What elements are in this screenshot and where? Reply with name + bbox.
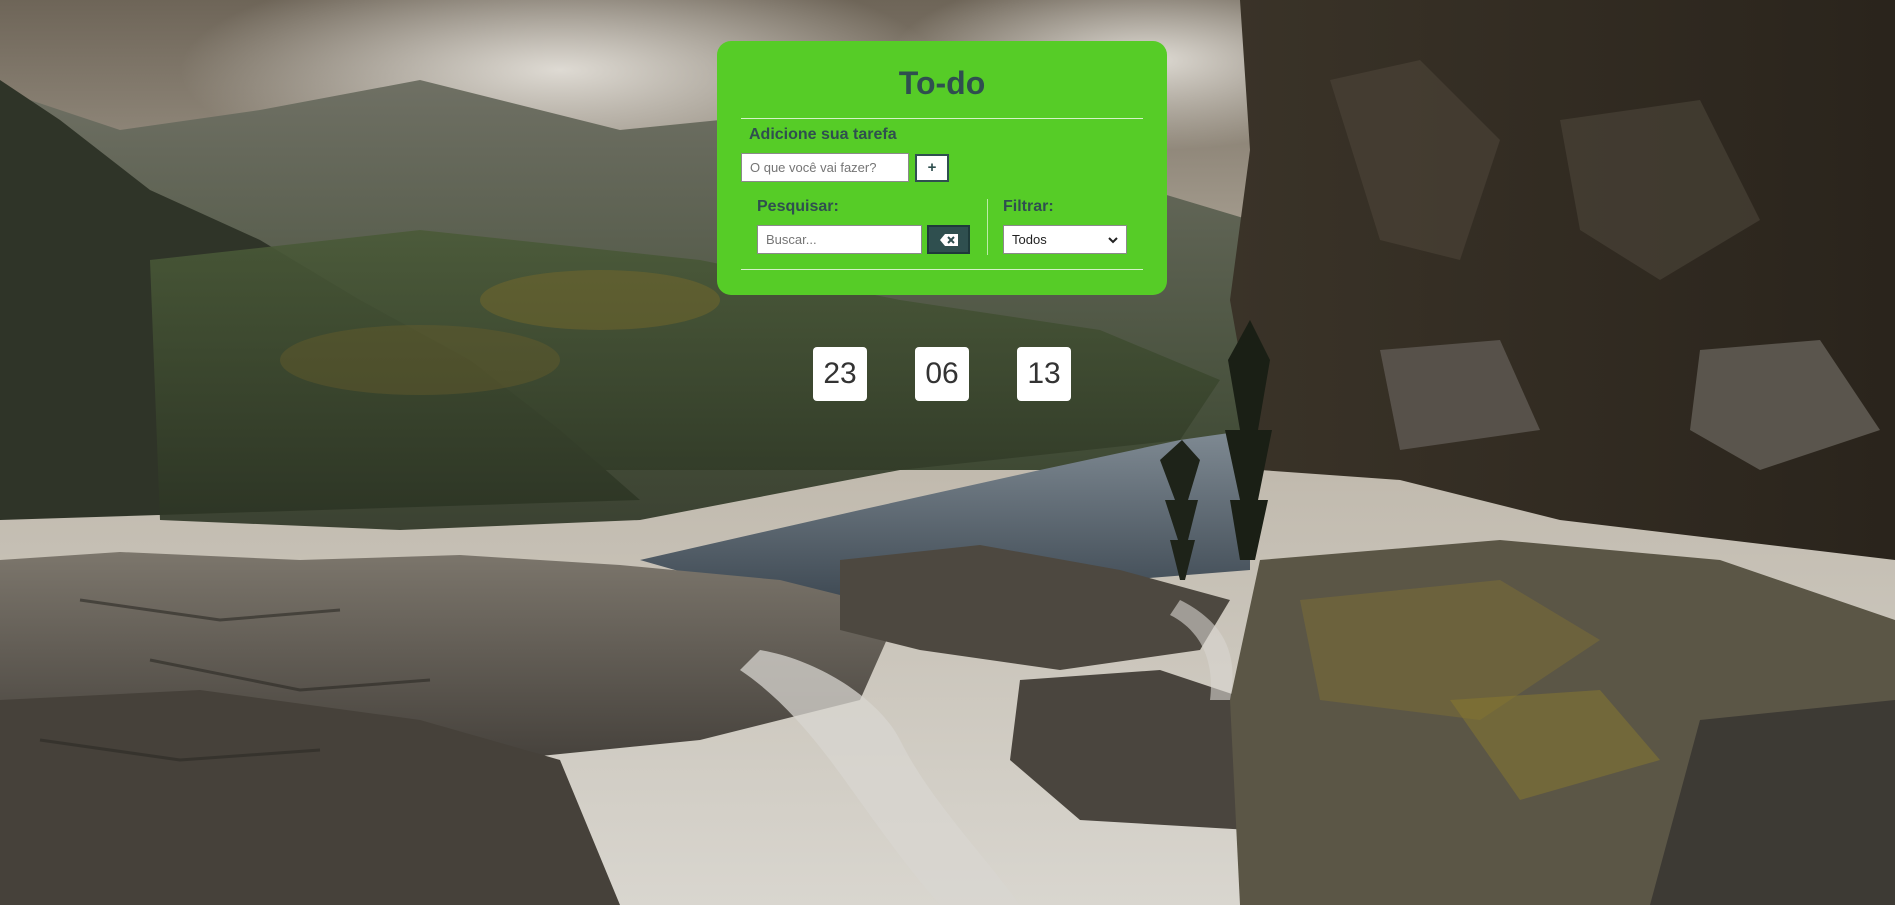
- divider: [741, 269, 1143, 270]
- add-task-input[interactable]: [741, 153, 909, 182]
- add-task-button[interactable]: +: [915, 154, 949, 182]
- backspace-icon: [939, 233, 958, 246]
- app-title: To-do: [898, 65, 986, 101]
- filter-selected-value: Todos: [1012, 232, 1047, 247]
- vertical-divider: [987, 199, 988, 255]
- search-label: Pesquisar:: [757, 198, 839, 215]
- search-input[interactable]: [757, 225, 922, 254]
- filter-label: Filtrar:: [1003, 198, 1054, 215]
- add-task-label: Adicione sua tarefa: [749, 126, 897, 143]
- chevron-down-icon: [1108, 237, 1118, 244]
- clock-minutes: 06: [915, 347, 969, 401]
- clock-seconds: 13: [1017, 347, 1071, 401]
- todo-card: To-do Adicione sua tarefa + Pesquisar: F…: [717, 41, 1167, 295]
- page: To-do Adicione sua tarefa + Pesquisar: F…: [0, 0, 1895, 905]
- filter-select[interactable]: Todos: [1003, 225, 1127, 254]
- clear-search-button[interactable]: [927, 225, 970, 254]
- divider: [741, 118, 1143, 119]
- clock-hours: 23: [813, 347, 867, 401]
